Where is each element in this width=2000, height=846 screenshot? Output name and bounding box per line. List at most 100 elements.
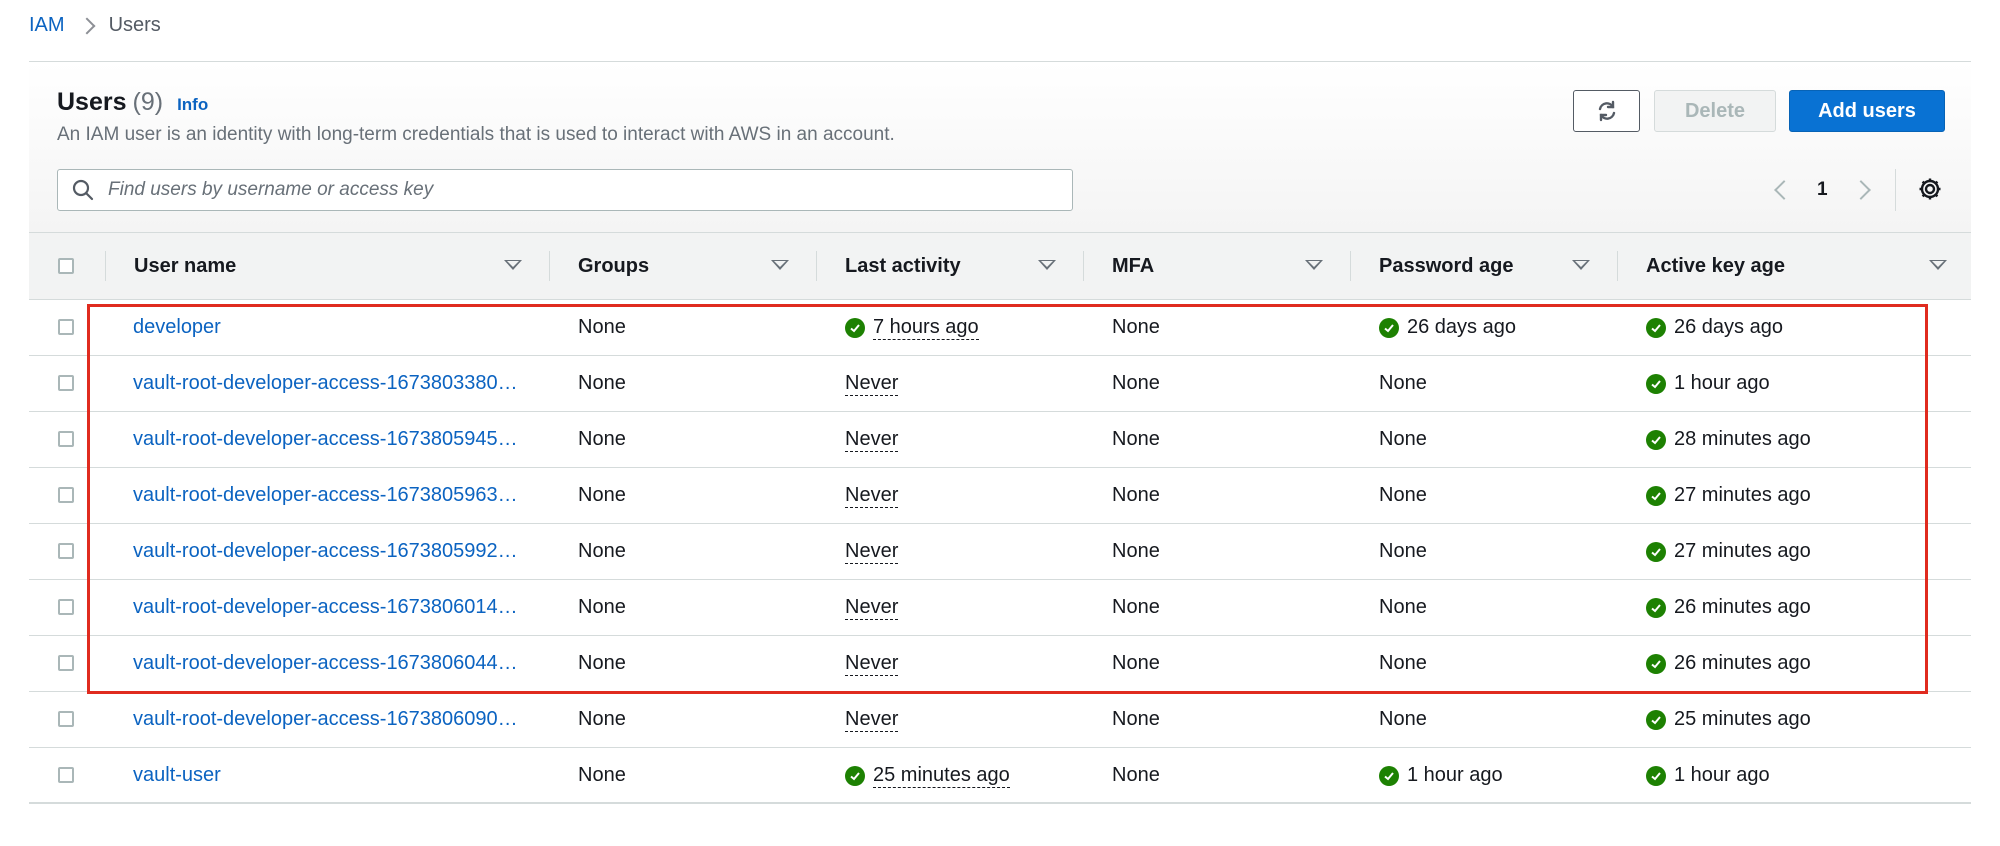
groups-cell: None	[578, 428, 626, 450]
sort-down-icon[interactable]	[1305, 260, 1323, 270]
column-header-user-name[interactable]: User name	[134, 233, 236, 299]
table-row: vault-user None 25 minutes ago None 1 ho…	[29, 748, 1971, 804]
user-name-link[interactable]: vault-root-developer-access-1673806044…	[133, 636, 519, 691]
breadcrumb-iam-link[interactable]: IAM	[29, 14, 65, 37]
row-checkbox[interactable]	[58, 375, 74, 391]
column-header-mfa[interactable]: MFA	[1112, 233, 1154, 299]
iam-users-page: IAM Users Users (9) Info An IAM user is …	[0, 0, 2000, 846]
page-title: Users	[57, 88, 127, 116]
search-icon	[72, 179, 94, 201]
last-activity-cell: Never	[845, 356, 899, 411]
table-row: vault-root-developer-access-1673803380… …	[29, 356, 1971, 412]
groups-cell: None	[578, 596, 626, 618]
chevron-left-icon[interactable]	[1774, 180, 1794, 200]
row-checkbox[interactable]	[58, 543, 74, 559]
last-activity-cell: 7 hours ago	[845, 300, 979, 355]
key-age-cell: 1 hour ago	[1646, 748, 1770, 803]
password-age-cell: None	[1379, 708, 1427, 730]
last-activity-value[interactable]: Never	[845, 371, 899, 396]
groups-cell: None	[578, 652, 626, 674]
panel-header: Users (9) Info An IAM user is an identit…	[29, 62, 1971, 232]
user-name-link[interactable]: vault-root-developer-access-1673806090…	[133, 692, 519, 747]
password-age-value: 26 days ago	[1407, 316, 1516, 338]
password-age-cell: None	[1379, 372, 1427, 394]
row-checkbox[interactable]	[58, 655, 74, 671]
table-row: developer None 7 hours ago None 26 days …	[29, 300, 1971, 356]
row-checkbox[interactable]	[58, 487, 74, 503]
refresh-button[interactable]	[1573, 90, 1640, 132]
sort-down-icon[interactable]	[504, 260, 522, 270]
column-header-password-age[interactable]: Password age	[1379, 233, 1514, 299]
column-divider	[549, 251, 550, 281]
key-age-cell: 26 days ago	[1646, 300, 1783, 355]
table-row: vault-root-developer-access-1673806014… …	[29, 580, 1971, 636]
row-checkbox[interactable]	[58, 599, 74, 615]
groups-cell: None	[578, 708, 626, 730]
mfa-cell: None	[1112, 316, 1160, 338]
groups-cell: None	[578, 540, 626, 562]
chevron-right-icon[interactable]	[1850, 180, 1871, 200]
key-age-value: 26 minutes ago	[1674, 652, 1811, 674]
delete-button[interactable]: Delete	[1654, 90, 1776, 132]
key-age-cell: 27 minutes ago	[1646, 468, 1811, 523]
password-age-cell: 26 days ago	[1379, 300, 1516, 355]
key-age-value: 28 minutes ago	[1674, 428, 1811, 450]
key-age-value: 27 minutes ago	[1674, 484, 1811, 506]
row-checkbox[interactable]	[58, 431, 74, 447]
last-activity-cell: Never	[845, 636, 899, 691]
key-age-cell: 28 minutes ago	[1646, 412, 1811, 467]
search-field[interactable]	[57, 169, 1073, 211]
password-age-cell: None	[1379, 428, 1427, 450]
user-name-link[interactable]: vault-root-developer-access-1673806014…	[133, 580, 519, 635]
sort-down-icon[interactable]	[1929, 260, 1947, 270]
row-checkbox[interactable]	[58, 319, 74, 335]
mfa-cell: None	[1112, 428, 1160, 450]
user-name-link[interactable]: vault-root-developer-access-1673805945…	[133, 412, 519, 467]
table-row: vault-root-developer-access-1673805992… …	[29, 524, 1971, 580]
page-number[interactable]: 1	[1817, 179, 1828, 201]
last-activity-value[interactable]: Never	[845, 595, 899, 620]
table-row: vault-root-developer-access-1673806090… …	[29, 692, 1971, 748]
last-activity-value[interactable]: Never	[845, 707, 899, 732]
mfa-cell: None	[1112, 372, 1160, 394]
check-circle-icon	[1379, 765, 1399, 786]
check-circle-icon	[1646, 373, 1666, 394]
check-circle-icon	[1646, 317, 1666, 338]
sort-down-icon[interactable]	[1038, 260, 1056, 270]
user-name-link[interactable]: developer	[133, 300, 519, 355]
key-age-cell: 26 minutes ago	[1646, 636, 1811, 691]
row-checkbox[interactable]	[58, 711, 74, 727]
check-circle-icon	[845, 765, 865, 786]
column-header-active-key-age[interactable]: Active key age	[1646, 233, 1785, 299]
last-activity-value[interactable]: Never	[845, 427, 899, 452]
last-activity-value[interactable]: 25 minutes ago	[873, 763, 1010, 788]
row-checkbox[interactable]	[58, 767, 74, 783]
last-activity-value[interactable]: Never	[845, 539, 899, 564]
column-header-groups[interactable]: Groups	[578, 233, 649, 299]
select-all-checkbox[interactable]	[58, 258, 74, 274]
info-link[interactable]: Info	[177, 95, 208, 115]
user-name-link[interactable]: vault-root-developer-access-1673805992…	[133, 524, 519, 579]
add-users-button[interactable]: Add users	[1789, 90, 1945, 132]
breadcrumb: IAM Users	[29, 14, 161, 37]
user-name-link[interactable]: vault-user	[133, 748, 519, 803]
search-input[interactable]	[106, 178, 1010, 202]
key-age-value: 27 minutes ago	[1674, 540, 1811, 562]
last-activity-value[interactable]: Never	[845, 483, 899, 508]
users-panel: Users (9) Info An IAM user is an identit…	[29, 61, 1971, 804]
gear-icon[interactable]	[1917, 176, 1943, 202]
column-header-last-activity[interactable]: Last activity	[845, 233, 961, 299]
user-name-link[interactable]: vault-root-developer-access-1673803380…	[133, 356, 519, 411]
table-row: vault-root-developer-access-1673805945… …	[29, 412, 1971, 468]
last-activity-value[interactable]: Never	[845, 651, 899, 676]
user-name-link[interactable]: vault-root-developer-access-1673805963…	[133, 468, 519, 523]
last-activity-cell: Never	[845, 692, 899, 747]
password-age-cell: None	[1379, 596, 1427, 618]
last-activity-cell: 25 minutes ago	[845, 748, 1010, 803]
user-count: (9)	[132, 88, 164, 116]
key-age-value: 26 days ago	[1674, 316, 1783, 338]
last-activity-value[interactable]: 7 hours ago	[873, 315, 979, 340]
sort-down-icon[interactable]	[1572, 260, 1590, 270]
pager-divider	[1895, 169, 1896, 211]
sort-down-icon[interactable]	[771, 260, 789, 270]
